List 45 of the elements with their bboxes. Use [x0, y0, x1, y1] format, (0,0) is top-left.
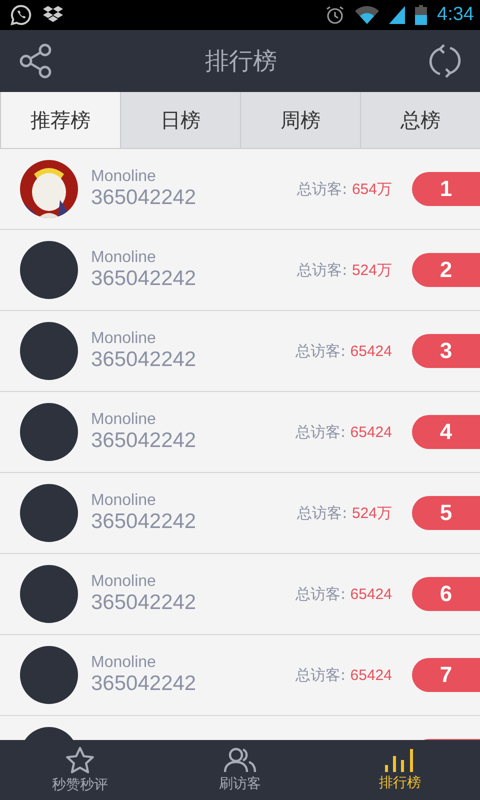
bar-chart-icon — [384, 748, 416, 772]
visitor-count: 总访客: 524万 — [297, 504, 392, 522]
visitor-count: 总访客: 65424 — [295, 584, 392, 604]
visitor-count: 总访客: 65424 — [295, 342, 392, 360]
box-icon — [42, 5, 64, 25]
visitor-count: 总访客: 65424 — [295, 422, 392, 442]
battery-icon — [415, 5, 428, 25]
rank-badge: 2 — [412, 253, 480, 287]
user-id: 365042242 — [91, 348, 198, 372]
user-name: Monoline — [91, 573, 157, 591]
chat-bubble-icon — [10, 4, 32, 26]
user-id: 365042242 — [91, 429, 198, 453]
user-id: 365042242 — [91, 672, 198, 696]
user-name: Monoline — [91, 168, 157, 186]
screen-title: 排行榜 — [205, 46, 277, 77]
visitor-count: 总访客: 654万 — [297, 180, 392, 198]
user-id: 365042242 — [91, 186, 198, 210]
nav-tab[interactable]: 刷访客 — [160, 740, 320, 800]
user-name: Monoline — [91, 411, 157, 429]
tab[interactable]: 推荐榜 — [0, 92, 120, 148]
signal-icon — [389, 6, 406, 24]
rank-badge: 5 — [412, 496, 480, 530]
alarm-clock-icon — [325, 5, 346, 25]
user-name: Monoline — [91, 492, 157, 510]
user-id: 365042242 — [91, 591, 198, 615]
rank-badge: 1 — [412, 172, 480, 206]
user-name: Monoline — [91, 654, 157, 672]
user-id: 365042242 — [91, 267, 198, 291]
user-id: 365042242 — [91, 510, 198, 534]
user-name: Monoline — [91, 330, 157, 348]
share-button[interactable] — [18, 43, 54, 79]
wifi-icon — [355, 6, 380, 24]
rank-badge: 3 — [412, 334, 480, 368]
star-icon — [65, 746, 95, 774]
refresh-button[interactable] — [428, 43, 462, 79]
visitor-count: 总访客: 524万 — [297, 260, 392, 280]
nav-tab[interactable]: 秒赞秒评 — [0, 740, 160, 800]
nav-tab[interactable]: 排行榜 — [320, 740, 480, 800]
clock-time: 4:34 — [437, 4, 474, 26]
visitor-count: 总访客: 65424 — [295, 666, 392, 684]
rank-badge: 7 — [412, 658, 480, 692]
rank-badge: 4 — [412, 415, 480, 449]
people-icon — [224, 747, 256, 773]
rank-badge: 6 — [412, 577, 480, 611]
user-name: Monoline — [91, 249, 157, 267]
